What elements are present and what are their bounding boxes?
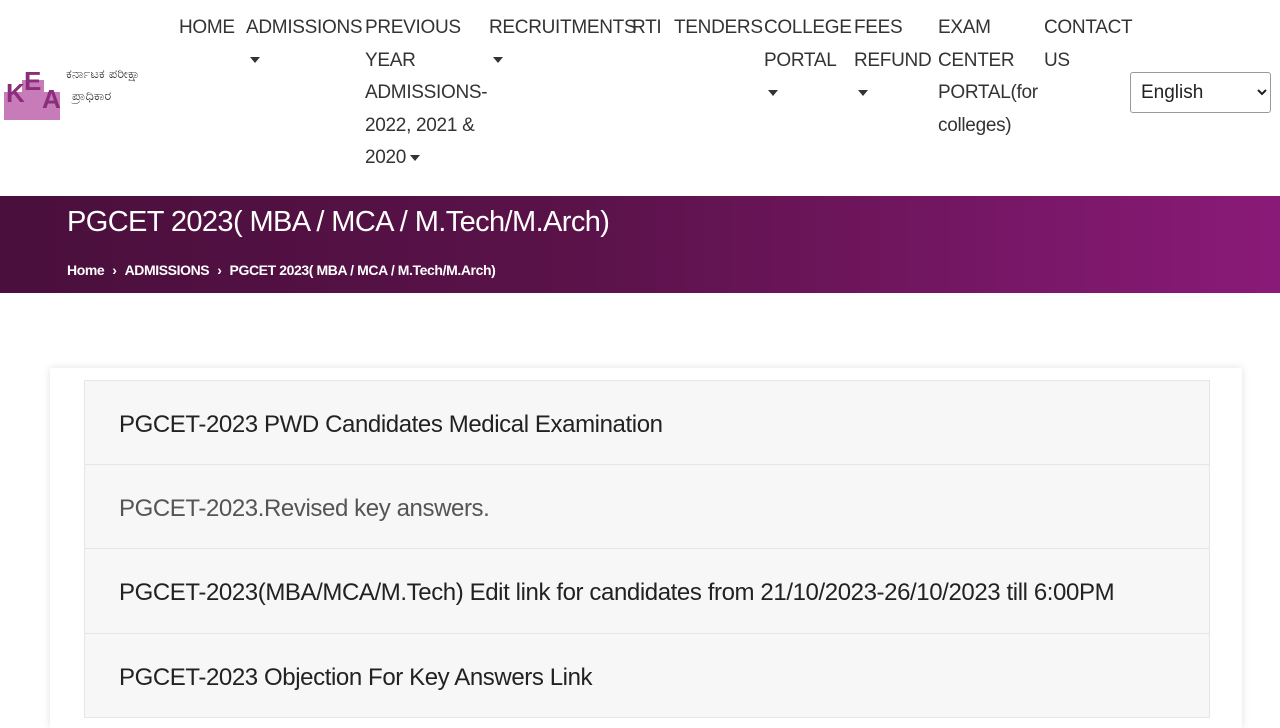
nav-rti[interactable]: RTI xyxy=(632,12,662,45)
chevron-right-icon: › xyxy=(217,262,222,278)
nav-home-label: HOME xyxy=(179,17,235,38)
logo-text-line2: ಪ್ರಾಧಿಕಾರ xyxy=(72,89,112,104)
nav-tenders[interactable]: TENDERS xyxy=(674,12,763,45)
nav-label: 2022, 2021 & xyxy=(365,114,475,136)
nav-label: PORTAL(for xyxy=(938,82,1038,103)
nav-admissions-label: ADMISSIONS xyxy=(246,17,363,38)
list-item[interactable]: PGCET-2023 PWD Candidates Medical Examin… xyxy=(84,380,1210,465)
site-header: K E A ಕರ್ನಾಟಕ ಪರೀಕ್ಷಾ ಪ್ರಾಧಿಕಾರ HOME ADM… xyxy=(0,0,1280,196)
breadcrumb-current: PGCET 2023( MBA / MCA / M.Tech/M.Arch) xyxy=(229,262,496,278)
svg-text:E: E xyxy=(24,66,41,96)
nav-college-portal[interactable]: COLLEGE PORTAL xyxy=(764,12,852,109)
nav-label: 2020 xyxy=(365,147,407,168)
nav-label: COLLEGE xyxy=(764,17,852,38)
logo-text-line1: ಕರ್ನಾಟಕ ಪರೀಕ್ಷಾ xyxy=(66,67,141,82)
page-title: PGCET 2023( MBA / MCA / M.Tech/M.Arch) xyxy=(67,206,610,238)
nav-label: ADMISSIONS- xyxy=(365,82,488,103)
nav-exam-center-portal[interactable]: EXAM CENTER PORTAL(for colleges) xyxy=(938,12,1038,142)
list-item[interactable]: PGCET-2023.Revised key answers. xyxy=(84,464,1210,549)
nav-previous-year-admissions[interactable]: PREVIOUS YEAR ADMISSIONS- 2022, 2021 & 2… xyxy=(365,12,488,175)
language-select[interactable]: English xyxy=(1130,72,1271,113)
nav-fees-refund[interactable]: FEES REFUND xyxy=(854,12,932,109)
list-item[interactable]: PGCET-2023(MBA/MCA/M.Tech) Edit link for… xyxy=(84,549,1210,634)
nav-label: CENTER xyxy=(938,49,1015,71)
caret-down-icon xyxy=(250,57,260,64)
breadcrumb-admissions[interactable]: ADMISSIONS xyxy=(125,262,210,278)
nav-recruitments[interactable]: RECRUITMENTS xyxy=(489,12,637,77)
svg-text:A: A xyxy=(42,84,61,114)
announcement-list: PGCET-2023 PWD Candidates Medical Examin… xyxy=(84,380,1210,718)
caret-down-icon xyxy=(768,89,778,96)
nav-label: YEAR xyxy=(365,49,416,71)
nav-label: colleges) xyxy=(938,114,1012,136)
breadcrumb-home[interactable]: Home xyxy=(67,262,105,278)
nav-label: REFUND xyxy=(854,49,932,71)
breadcrumb: Home › ADMISSIONS › PGCET 2023( MBA / MCA / … xyxy=(67,262,496,278)
nav-contact-us[interactable]: CONTACT US xyxy=(1044,12,1133,77)
nav-label: RECRUITMENTS xyxy=(489,17,637,38)
list-item[interactable]: PGCET-2023 Objection For Key Answers Lin… xyxy=(84,633,1210,718)
caret-down-icon xyxy=(410,154,421,161)
nav-label: CONTACT xyxy=(1044,17,1133,38)
caret-down-icon xyxy=(858,89,868,96)
nav-label: TENDERS xyxy=(674,17,763,38)
chevron-right-icon: › xyxy=(112,262,117,278)
nav-label: RTI xyxy=(632,17,662,38)
nav-label: US xyxy=(1044,49,1070,71)
nav-home[interactable]: HOME xyxy=(179,12,235,45)
svg-text:K: K xyxy=(6,78,25,108)
nav-label: PREVIOUS xyxy=(365,17,461,38)
nav-label: PORTAL xyxy=(764,49,837,71)
nav-label: FEES xyxy=(854,17,903,38)
caret-down-icon xyxy=(493,57,503,64)
logo-text: ಕರ್ನಾಟಕ ಪರೀಕ್ಷಾ ಪ್ರಾಧಿಕಾರ xyxy=(66,64,140,108)
nav-admissions[interactable]: ADMISSIONS xyxy=(246,12,363,77)
nav-label: EXAM xyxy=(938,17,991,38)
